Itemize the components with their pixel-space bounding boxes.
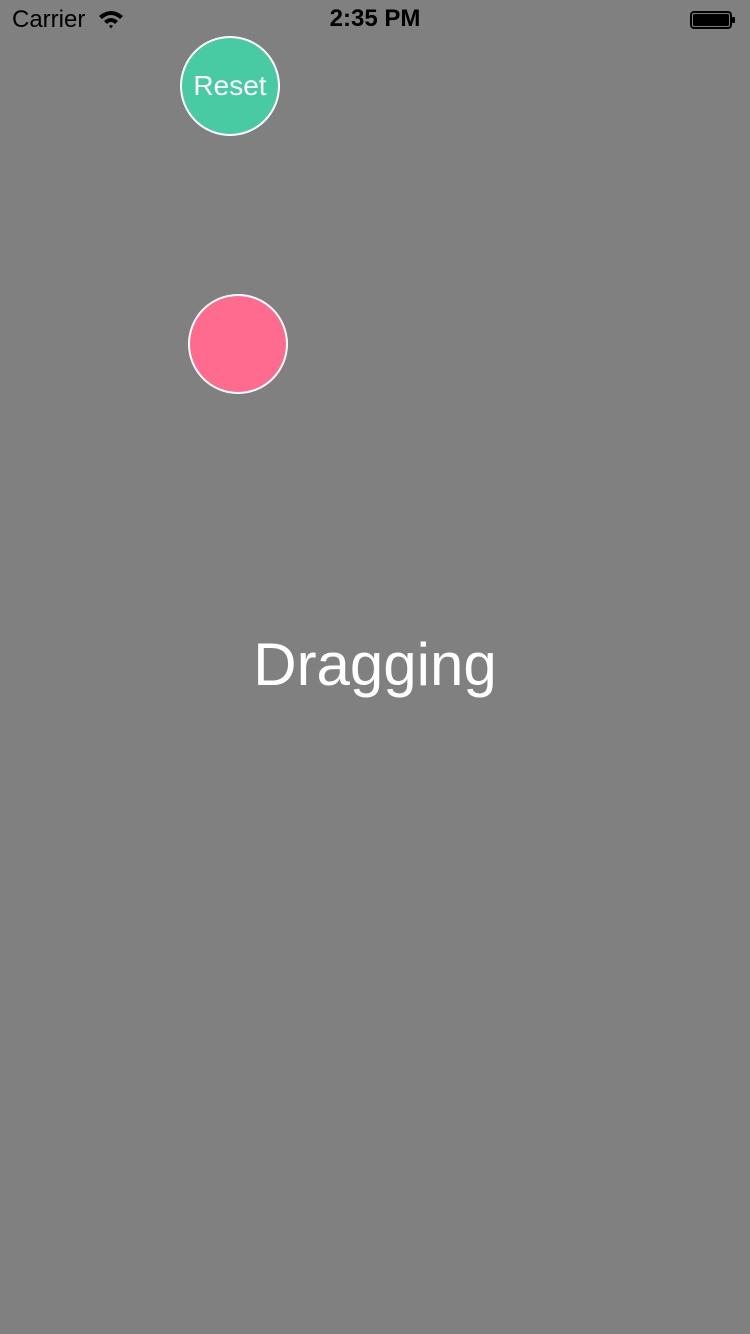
drag-status-label: Dragging bbox=[253, 631, 497, 698]
status-time: 2:35 PM bbox=[329, 5, 421, 32]
reset-button-label: Reset bbox=[193, 70, 267, 101]
battery-icon bbox=[690, 11, 735, 29]
status-bar: Carrier 2:35 PM bbox=[0, 0, 750, 40]
reset-button[interactable]: Reset bbox=[180, 36, 280, 136]
draggable-circle[interactable] bbox=[188, 294, 288, 394]
